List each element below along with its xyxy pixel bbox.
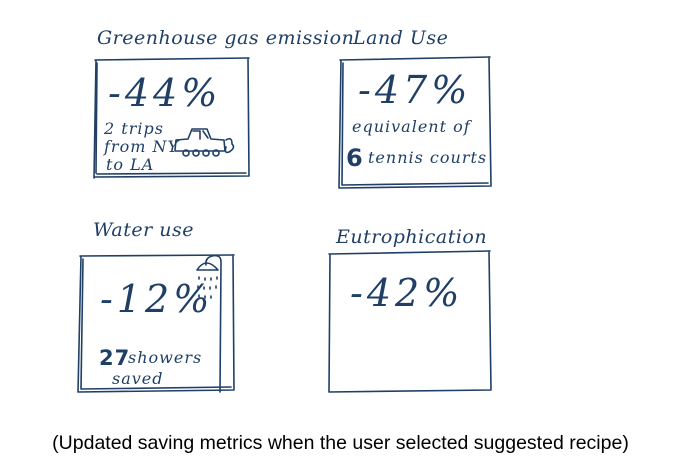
highlight-number: 27 xyxy=(99,346,130,370)
figure-caption: (Updated saving metrics when the user se… xyxy=(52,432,629,454)
card-title: Eutrophication xyxy=(335,226,487,248)
car-icon xyxy=(174,128,235,157)
card-note-line: from NY xyxy=(103,137,179,156)
card-water-use: Water use -12% 27 showers saved xyxy=(77,219,235,393)
card-note-line: to LA xyxy=(106,155,154,174)
card-value: -42% xyxy=(350,271,463,315)
card-title: Greenhouse gas emission xyxy=(97,27,354,49)
card-note-line: tennis courts xyxy=(368,148,487,167)
card-note-line: 2 trips xyxy=(103,119,164,138)
card-value: -12% xyxy=(100,277,213,321)
card-note-line: equivalent of xyxy=(352,117,473,136)
card-title: Land Use xyxy=(352,27,448,49)
card-title: Water use xyxy=(93,219,194,241)
card-note-line: saved xyxy=(112,369,164,388)
sketch-canvas: Greenhouse gas emission -44% 2 trips fro… xyxy=(77,27,492,393)
card-value: -44% xyxy=(108,71,221,115)
card-note-line: showers xyxy=(128,348,202,367)
card-value: -47% xyxy=(358,68,471,112)
card-greenhouse-gas: Greenhouse gas emission -44% 2 trips fro… xyxy=(93,27,354,179)
card-land-use: Land Use -47% equivalent of 6 tennis cou… xyxy=(338,27,492,189)
highlight-number: 6 xyxy=(346,144,364,172)
card-eutrophication: Eutrophication -42% xyxy=(328,226,492,393)
